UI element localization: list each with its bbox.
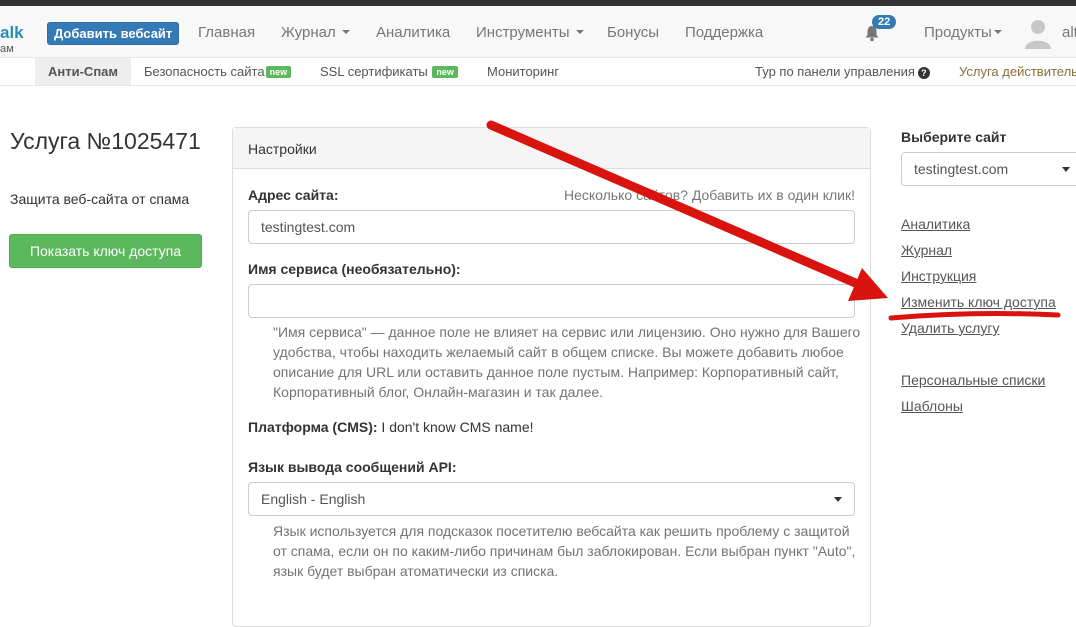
- select-site-title: Выберите сайт: [901, 129, 1007, 145]
- sidebar-link-instructions[interactable]: Инструкция: [901, 268, 976, 284]
- service-name-label: Имя сервиса (необязательно):: [248, 261, 461, 277]
- subnav-tour[interactable]: Тур по панели управления?: [755, 64, 930, 79]
- service-name-help: "Имя сервиса" — данное поле не влияет на…: [273, 324, 861, 400]
- sidebar-link-change-access-key[interactable]: Изменить ключ доступа: [901, 294, 1056, 310]
- nav-journal[interactable]: Журнал: [281, 24, 350, 41]
- new-badge: new: [432, 66, 458, 78]
- nav-products-label: Продукты: [924, 24, 992, 41]
- subnav-site-security[interactable]: Безопасность сайта new: [144, 64, 292, 79]
- sidebar-link-delete-service[interactable]: Удалить услугу: [901, 320, 999, 336]
- show-access-key-button[interactable]: Показать ключ доступа: [9, 234, 202, 268]
- api-language-help: Язык используется для подсказок посетите…: [273, 523, 856, 579]
- page-subtitle: Защита веб-сайта от спама: [10, 191, 190, 207]
- api-language-value: English - English: [261, 491, 366, 507]
- question-icon: ?: [917, 67, 930, 79]
- nav-tools-label: Инструменты: [476, 24, 570, 41]
- brand-logo[interactable]: alk: [0, 23, 24, 43]
- nav-support[interactable]: Поддержка: [685, 24, 763, 41]
- nav-tools[interactable]: Инструменты: [476, 24, 584, 41]
- nav-products[interactable]: Продукты: [924, 24, 1002, 41]
- caret-down-icon: [575, 30, 584, 34]
- caret-down-icon: [834, 497, 842, 502]
- page-title: Услуга №1025471: [10, 128, 201, 154]
- add-website-button[interactable]: Добавить вебсайт: [47, 22, 180, 45]
- username[interactable]: alt: [1062, 24, 1076, 41]
- navbar: alk ам Добавить вебсайт Главная Журнал А…: [0, 6, 1076, 58]
- site-select-value: testingtest.com: [914, 161, 1009, 177]
- subnav-ssl[interactable]: SSL сертификаты new: [320, 64, 458, 79]
- settings-panel: Настройки Адрес сайта: Несколько сайтов?…: [232, 127, 871, 627]
- api-language-label: Язык вывода сообщений API:: [248, 459, 457, 475]
- nav-journal-label: Журнал: [281, 24, 336, 41]
- sidebar-link-analytics[interactable]: Аналитика: [901, 216, 970, 232]
- red-underline: [888, 311, 1061, 321]
- subnav-site-security-label: Безопасность сайта: [144, 64, 265, 79]
- new-badge: new: [265, 66, 292, 78]
- caret-down-icon: [993, 30, 1002, 34]
- platform-label: Платформа (CMS):: [248, 419, 378, 435]
- nav-bonuses[interactable]: Бонусы: [607, 24, 659, 41]
- nav-home[interactable]: Главная: [198, 24, 255, 41]
- subnav: Анти-Спам Безопасность сайта new SSL серт…: [0, 58, 1076, 86]
- sidebar-link-journal[interactable]: Журнал: [901, 242, 952, 258]
- subnav-tour-label: Тур по панели управления: [755, 64, 915, 79]
- brand-subtitle: ам: [0, 43, 14, 55]
- service-status: Услуга действительн: [959, 64, 1076, 79]
- caret-down-icon: [1062, 167, 1070, 172]
- add-multiple-sites-link[interactable]: Несколько сайтов? Добавить их в один кли…: [564, 187, 855, 203]
- subnav-ssl-label: SSL сертификаты: [320, 64, 428, 79]
- platform-value: I don't know CMS name!: [381, 419, 534, 435]
- api-language-select[interactable]: English - English: [248, 482, 855, 516]
- caret-down-icon: [341, 30, 350, 34]
- service-name-input[interactable]: [248, 284, 855, 318]
- avatar[interactable]: [1024, 16, 1052, 50]
- sidebar-link-templates[interactable]: Шаблоны: [901, 398, 963, 414]
- subnav-antispam[interactable]: Анти-Спам: [35, 58, 132, 85]
- site-select[interactable]: testingtest.com: [901, 152, 1076, 186]
- site-address-input[interactable]: testingtest.com: [248, 210, 855, 244]
- platform-line: Платформа (CMS): I don't know CMS name!: [248, 419, 534, 435]
- panel-heading: Настройки: [233, 128, 870, 169]
- nav-analytics[interactable]: Аналитика: [376, 24, 450, 41]
- notification-badge: 22: [872, 15, 897, 29]
- subnav-monitoring[interactable]: Мониторинг: [487, 64, 559, 79]
- sidebar-link-personal-lists[interactable]: Персональные списки: [901, 372, 1045, 388]
- site-address-label: Адрес сайта:: [248, 187, 339, 203]
